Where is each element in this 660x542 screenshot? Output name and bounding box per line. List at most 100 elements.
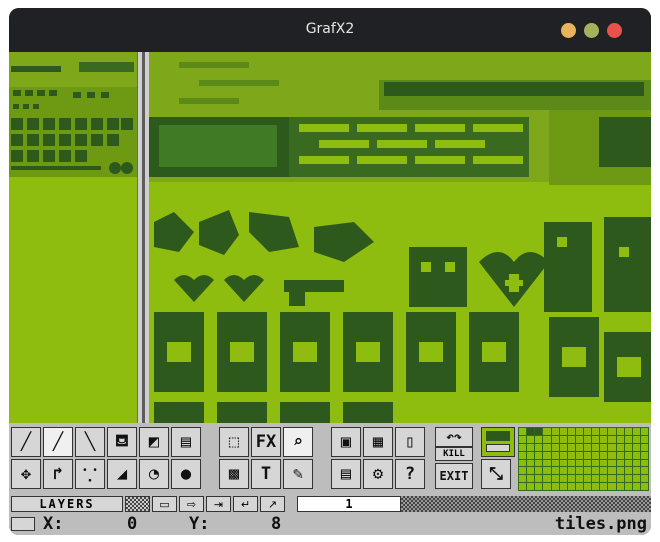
palette-swatch[interactable]	[567, 483, 575, 490]
palette-swatch[interactable]	[559, 483, 567, 490]
palette-swatch[interactable]	[575, 483, 583, 490]
palette-swatch[interactable]	[624, 435, 632, 443]
palette-swatch[interactable]	[608, 459, 616, 467]
layer-duplicate-icon[interactable]: ⇨	[179, 496, 204, 512]
sphere-tool[interactable]: ●	[171, 459, 201, 489]
palette-swatch[interactable]	[559, 451, 567, 459]
palette-swatch[interactable]	[575, 467, 583, 475]
palette-swatch[interactable]	[584, 435, 592, 443]
palette-swatch[interactable]	[575, 459, 583, 467]
adjust-tool[interactable]: ⤡	[481, 459, 511, 489]
palette-swatch[interactable]	[600, 459, 608, 467]
text-tool[interactable]: T	[251, 459, 281, 489]
palette-swatch[interactable]	[600, 443, 608, 451]
palette-swatch[interactable]	[592, 483, 600, 490]
palette-swatch[interactable]	[519, 467, 527, 475]
palette-swatch[interactable]	[632, 435, 640, 443]
palette-swatch[interactable]	[584, 467, 592, 475]
fill-tool[interactable]: ⛾	[107, 427, 137, 457]
palette-swatch[interactable]	[600, 483, 608, 490]
palette-swatch[interactable]	[567, 451, 575, 459]
palette-swatch[interactable]	[551, 467, 559, 475]
palette-swatch[interactable]	[527, 428, 535, 435]
layer-strip[interactable]	[401, 496, 651, 512]
minimize-button[interactable]	[561, 23, 576, 38]
palette-swatch[interactable]	[608, 428, 616, 435]
palette-swatch[interactable]	[519, 451, 527, 459]
line-tool[interactable]: ╲	[75, 427, 105, 457]
help-tool[interactable]: ?	[395, 459, 425, 489]
palette-swatch[interactable]	[559, 443, 567, 451]
palette-swatch[interactable]	[616, 475, 624, 483]
palette-swatch[interactable]	[543, 475, 551, 483]
palette-swatch[interactable]	[575, 475, 583, 483]
palette-swatch[interactable]	[551, 451, 559, 459]
palette-swatch[interactable]	[519, 475, 527, 483]
palette-swatch[interactable]	[559, 428, 567, 435]
layer-down-icon[interactable]: ↗	[260, 496, 285, 512]
palette-swatch[interactable]	[632, 459, 640, 467]
layer-up-icon[interactable]: ↵	[233, 496, 258, 512]
palette-swatch[interactable]	[624, 483, 632, 490]
status-menu-icon[interactable]	[11, 517, 35, 531]
palette-swatch[interactable]	[543, 451, 551, 459]
spray-tool[interactable]: ⸪	[75, 459, 105, 489]
palette-swatch[interactable]	[592, 451, 600, 459]
palette-swatch[interactable]	[640, 451, 648, 459]
palette-swatch[interactable]	[575, 428, 583, 435]
palette-swatch[interactable]	[551, 428, 559, 435]
palette-swatch[interactable]	[640, 475, 648, 483]
palette-swatch[interactable]	[632, 443, 640, 451]
palette-swatch[interactable]	[519, 435, 527, 443]
palette-swatch[interactable]	[592, 467, 600, 475]
palette-swatch[interactable]	[584, 475, 592, 483]
palette-swatch[interactable]	[624, 475, 632, 483]
palette-swatch[interactable]	[584, 459, 592, 467]
effects-tool[interactable]: FX	[251, 427, 281, 457]
palette-swatch[interactable]	[616, 483, 624, 490]
palette-swatch[interactable]	[567, 467, 575, 475]
palette-swatch[interactable]	[632, 475, 640, 483]
palette-swatch[interactable]	[632, 451, 640, 459]
close-button[interactable]	[607, 23, 622, 38]
freehand-draw-tool[interactable]: ╱	[11, 427, 41, 457]
image-settings-tool[interactable]: ▦	[363, 427, 393, 457]
ellipse-tool[interactable]: ◔	[139, 459, 169, 489]
palette-swatch[interactable]	[535, 467, 543, 475]
layers-button[interactable]: LAYERS	[11, 496, 123, 512]
brush-grab-tool[interactable]: ⬚	[219, 427, 249, 457]
save-tool[interactable]: ▤	[331, 459, 361, 489]
layer-merge-icon[interactable]: ⇥	[206, 496, 231, 512]
palette-swatch[interactable]	[559, 435, 567, 443]
polygon-tool[interactable]: ◢	[107, 459, 137, 489]
palette-swatch[interactable]	[592, 428, 600, 435]
palette-swatch[interactable]	[543, 483, 551, 490]
palette-swatch[interactable]	[624, 443, 632, 451]
palette-swatch[interactable]	[535, 475, 543, 483]
palette-swatch[interactable]	[519, 483, 527, 490]
palette-swatch[interactable]	[535, 443, 543, 451]
palette-swatch[interactable]	[527, 467, 535, 475]
palette-swatch[interactable]	[592, 435, 600, 443]
palette-swatch[interactable]	[567, 475, 575, 483]
palette-swatch[interactable]	[551, 443, 559, 451]
drawing-canvas[interactable]	[149, 52, 651, 423]
layer-transparency-button[interactable]	[125, 496, 150, 512]
palette-swatch[interactable]	[567, 443, 575, 451]
palette-swatch[interactable]	[527, 475, 535, 483]
title-bar[interactable]: GrafX2	[9, 8, 651, 52]
palette-swatch[interactable]	[616, 428, 624, 435]
magnifier-tool[interactable]: ⌕	[283, 427, 313, 457]
palette-swatch[interactable]	[551, 459, 559, 467]
palette-swatch[interactable]	[535, 451, 543, 459]
palette-swatch[interactable]	[575, 451, 583, 459]
palette-swatch[interactable]	[616, 443, 624, 451]
palette-swatch[interactable]	[527, 451, 535, 459]
palette-swatch[interactable]	[616, 459, 624, 467]
palette-swatch[interactable]	[535, 428, 543, 435]
palette-swatch[interactable]	[567, 435, 575, 443]
palette-swatch[interactable]	[584, 428, 592, 435]
palette-swatch[interactable]	[592, 475, 600, 483]
rectangle-tool[interactable]: ◩	[139, 427, 169, 457]
palette-swatch[interactable]	[608, 443, 616, 451]
